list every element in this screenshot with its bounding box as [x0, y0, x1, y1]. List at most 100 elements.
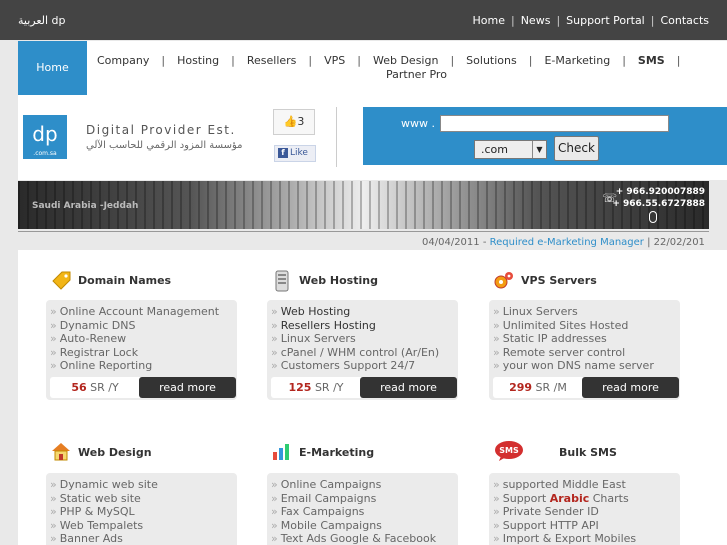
price-bar: 56 SR /Y read more [50, 377, 236, 398]
nav-item-resellers[interactable]: Resellers [247, 54, 297, 67]
list-item[interactable]: » Import & Export Mobiles [493, 532, 636, 545]
list-item[interactable]: » Static web site [50, 492, 158, 506]
tag-icon [50, 270, 72, 292]
service-title: Bulk SMS [559, 446, 617, 459]
tld-select[interactable]: .com ▼ [474, 140, 547, 159]
service-title: VPS Servers [521, 274, 597, 287]
banner-phone-1: + 966.920007889 [615, 187, 705, 197]
service-title: Web Hosting [299, 274, 378, 287]
facebook-like-button[interactable]: f Like [274, 145, 316, 162]
price: 56 SR /Y [71, 381, 119, 394]
main-nav: Home Company | Hosting | Resellers | VPS | Web D… [18, 41, 727, 95]
nav-item-e-marketing[interactable]: E-Marketing [544, 54, 610, 67]
language-switch-link[interactable]: العربية dp [18, 14, 66, 27]
list-item[interactable]: » cPanel / WHM control (Ar/En) [271, 346, 439, 360]
news-date-2: 22/02/201 [653, 237, 705, 248]
service-list: » Online Campaigns » Email Campaigns » Fax … [271, 478, 436, 545]
logo-arabic: مؤسسة المزود الرقمي للحاسب الآلي [86, 140, 243, 151]
mouse-icon [649, 211, 657, 223]
divider [336, 107, 337, 167]
top-links: Home | News | Support Portal | Contacts [472, 14, 710, 27]
nav-menu: Company | Hosting | Resellers | VPS | Web Design… [97, 54, 681, 81]
list-item[interactable]: » Auto-Renew [50, 332, 219, 346]
gears-icon [493, 270, 515, 292]
price-bar: 299 SR /M read more [493, 377, 679, 398]
nav-item-solutions[interactable]: Solutions [466, 54, 517, 67]
check-button[interactable]: Check [554, 136, 599, 161]
nav-item-partner-pro[interactable]: Partner Pro [386, 68, 447, 82]
list-item[interactable]: » Dynamic DNS [50, 319, 219, 333]
list-item[interactable]: » Unlimited Sites Hosted [493, 319, 654, 333]
top-link-contacts[interactable]: Contacts [660, 14, 709, 27]
logo-name: Digital Provider Est. [86, 123, 236, 137]
list-item[interactable]: » Private Sender ID [493, 505, 636, 519]
news-ticker: 04/04/2011 - Required e-Marketing Manage… [18, 232, 727, 250]
list-item[interactable]: » Banner Ads [50, 532, 158, 545]
list-item[interactable]: » PHP & MySQL [50, 505, 158, 519]
service-list: » Dynamic web site » Static web site » PHP … [50, 478, 158, 545]
sms-bubble-icon: SMS [493, 440, 525, 462]
like-count: 3 [297, 115, 305, 128]
list-item[interactable]: » your won DNS name server [493, 359, 654, 373]
service-list: » Web Hosting » Resellers Hosting » Linux S… [271, 305, 439, 373]
list-item[interactable]: » Support Arabic Charts [493, 492, 636, 506]
top-link-news[interactable]: News [521, 14, 551, 27]
service-list: » supported Middle East » Support Arabic C… [493, 478, 636, 545]
banner-city: Saudi Arabia -Jeddah [32, 201, 139, 211]
list-item[interactable]: » Email Campaigns [271, 492, 436, 506]
server-icon [271, 270, 293, 292]
list-item[interactable]: » Mobile Campaigns [271, 519, 436, 533]
list-item[interactable]: » Linux Servers [493, 305, 654, 319]
nav-item-vps[interactable]: VPS [324, 54, 345, 67]
like-label: Like [290, 148, 308, 158]
list-item[interactable]: » Dynamic web site [50, 478, 158, 492]
nav-item-hosting[interactable]: Hosting [177, 54, 219, 67]
read-more-button[interactable]: read more [582, 377, 679, 398]
banner-phone-2: + 966.55.6727888 [612, 199, 705, 209]
service-list: » Linux Servers » Unlimited Sites Hosted »… [493, 305, 654, 373]
top-link-support-portal[interactable]: Support Portal [566, 14, 645, 27]
list-item[interactable]: » Web Hosting [271, 305, 439, 319]
list-item[interactable]: » Online Campaigns [271, 478, 436, 492]
list-item[interactable]: » Online Reporting [50, 359, 219, 373]
service-list: » Online Account Management » Dynamic DNS … [50, 305, 219, 373]
domain-input[interactable] [440, 115, 669, 132]
facebook-icon: f [278, 148, 288, 158]
nav-home[interactable]: Home [18, 41, 87, 95]
list-item[interactable]: » supported Middle East [493, 478, 636, 492]
nav-item-web-design[interactable]: Web Design [373, 54, 438, 67]
nav-item-company[interactable]: Company [97, 54, 149, 67]
service-title: Domain Names [78, 274, 172, 287]
list-item[interactable]: » Online Account Management [50, 305, 219, 319]
read-more-button[interactable]: read more [139, 377, 236, 398]
logo-mark-text: dp [32, 122, 58, 146]
www-label: www . [401, 117, 435, 130]
list-item[interactable]: » Static IP addresses [493, 332, 654, 346]
list-item[interactable]: » Registrar Lock [50, 346, 219, 360]
service-title: Web Design [78, 446, 152, 459]
read-more-button[interactable]: read more [360, 377, 457, 398]
news-sep: | [643, 237, 654, 248]
top-bar: العربية dp Home | News | Support Portal | Cont… [0, 0, 727, 40]
news-headline-link[interactable]: Required e-Marketing Manager [490, 237, 644, 248]
list-item[interactable]: » Remote server control [493, 346, 654, 360]
list-item[interactable]: » Support HTTP API [493, 519, 636, 533]
logo-mark-domain: .com.sa [33, 150, 57, 157]
news-dash: - [479, 237, 490, 248]
header: dp .com.sa Digital Provider Est. مؤسسة ا… [18, 95, 727, 180]
top-link-home[interactable]: Home [473, 14, 505, 27]
logo-mark[interactable]: dp .com.sa [23, 115, 67, 159]
list-item[interactable]: » Fax Campaigns [271, 505, 436, 519]
list-item[interactable]: » Web Tempalets [50, 519, 158, 533]
service-title: E-Marketing [299, 446, 375, 459]
list-item[interactable]: » Customers Support 24/7 [271, 359, 439, 373]
banner: Saudi Arabia -Jeddah ☏ + 966.920007889 +… [18, 181, 709, 229]
list-item[interactable]: » Resellers Hosting [271, 319, 439, 333]
list-item[interactable]: » Linux Servers [271, 332, 439, 346]
nav-item-sms[interactable]: SMS [638, 54, 665, 67]
price-bar: 125 SR /Y read more [271, 377, 457, 398]
domain-search: www . .com ▼ Check [363, 107, 727, 165]
news-date-1: 04/04/2011 [422, 237, 480, 248]
list-item[interactable]: » Text Ads Google & Facebook [271, 532, 436, 545]
sms-badge-text: SMS [499, 446, 519, 455]
